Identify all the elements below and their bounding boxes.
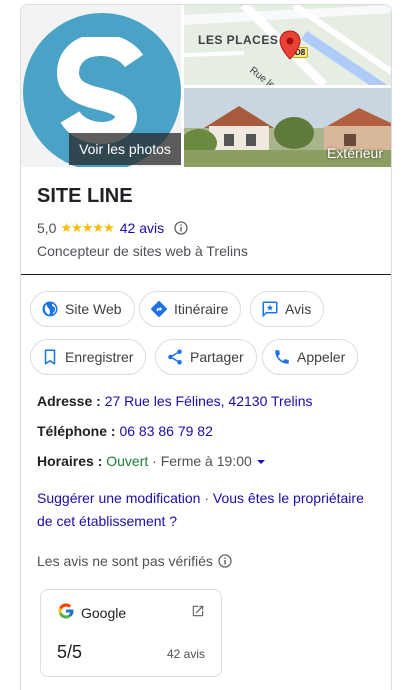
directions-button[interactable]: Itinéraire (139, 291, 242, 327)
globe-icon (42, 301, 58, 317)
google-logo-icon (58, 603, 74, 619)
reviews-count-link[interactable]: 42 avis (120, 220, 164, 236)
share-button[interactable]: Partager (155, 339, 257, 375)
map-pin-icon (279, 30, 301, 60)
save-label: Enregistrer (65, 349, 134, 365)
open-external-icon[interactable] (191, 604, 205, 618)
call-button[interactable]: Appeler (262, 339, 359, 375)
save-button[interactable]: Enregistrer (30, 339, 147, 375)
rating-row: 5,0 ★★★★★ 42 avis (37, 219, 188, 237)
address-row: Adresse : 27 Rue les Félines, 42130 Trel… (37, 393, 313, 409)
exterior-photo[interactable]: Extérieur (184, 88, 391, 167)
hours-row: Horaires : Ouvert · Ferme à 19:00 (37, 453, 266, 469)
info-icon[interactable] (218, 554, 232, 568)
suggest-separator: · (204, 490, 209, 506)
view-photos-button[interactable]: Voir les photos (69, 133, 181, 165)
exterior-label: Extérieur (326, 145, 383, 161)
bookmark-icon (44, 349, 56, 365)
hours-separator: · (152, 453, 157, 469)
phone-link[interactable]: 06 83 86 79 82 (119, 423, 212, 439)
main-photo[interactable]: Voir les photos (21, 5, 181, 167)
directions-icon (151, 301, 167, 317)
map-place-label: LES PLACES (198, 33, 279, 47)
address-link[interactable]: 27 Rue les Félines, 42130 Trelins (105, 393, 313, 409)
phone-icon (275, 350, 289, 364)
rating-stars: ★★★★★ (60, 220, 114, 235)
review-score: 5/5 (57, 642, 83, 662)
photo-strip: Voir les photos LES PLACES Rue les F D8 (21, 5, 391, 167)
hours-label: Horaires : (37, 453, 103, 469)
review-source-name: Google (81, 605, 127, 621)
address-label: Adresse : (37, 393, 101, 409)
review-count: 42 avis (167, 647, 206, 661)
review-button[interactable]: Avis (250, 291, 325, 327)
review-icon (262, 301, 278, 318)
website-label: Site Web (65, 301, 122, 317)
rating-value: 5,0 (37, 220, 57, 236)
hours-close-time[interactable]: Ferme à 19:00 (161, 453, 252, 469)
info-icon[interactable] (174, 221, 188, 235)
google-review-card[interactable]: Google 5/5 42 avis (40, 589, 222, 677)
suggest-edit-link[interactable]: Suggérer une modification (37, 490, 200, 506)
suggestions: Suggérer une modification · Vous êtes le… (37, 487, 382, 533)
business-category: Concepteur de sites web à Trelins (37, 243, 248, 259)
hours-status: Ouvert (106, 453, 149, 469)
business-name: SITE LINE (37, 185, 133, 207)
directions-label: Itinéraire (174, 301, 229, 317)
divider (21, 274, 391, 275)
unverified-text: Les avis ne sont pas vérifiés (37, 553, 213, 569)
unverified-notice: Les avis ne sont pas vérifiés (37, 553, 232, 569)
chevron-down-icon[interactable] (256, 457, 266, 467)
phone-label: Téléphone : (37, 423, 116, 439)
map-thumbnail[interactable]: LES PLACES Rue les F D8 (184, 5, 391, 85)
share-label: Partager (190, 349, 244, 365)
phone-row: Téléphone : 06 83 86 79 82 (37, 423, 213, 439)
website-button[interactable]: Site Web (30, 291, 135, 327)
review-label: Avis (285, 301, 312, 317)
share-icon (168, 349, 182, 365)
knowledge-panel: Voir les photos LES PLACES Rue les F D8 (20, 4, 392, 690)
call-label: Appeler (297, 349, 346, 365)
